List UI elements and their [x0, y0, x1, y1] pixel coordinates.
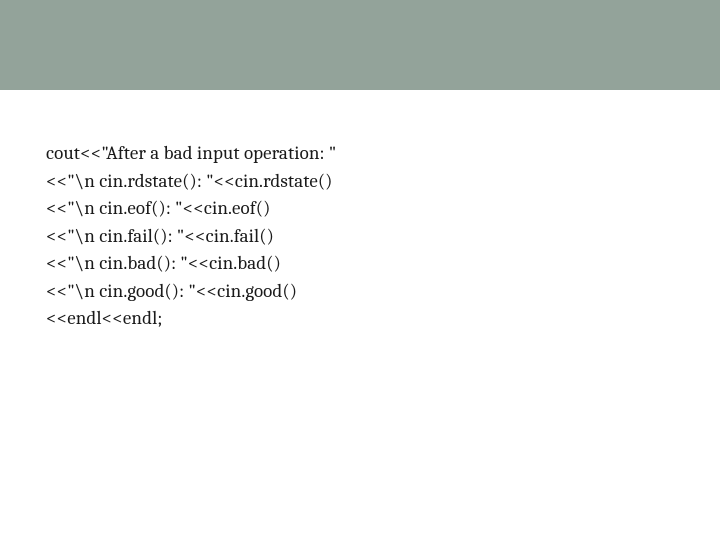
slide-body: cout<<"After a bad input operation: " <<…	[0, 90, 720, 333]
slide-header-bar	[0, 0, 720, 90]
code-line: <<"\n cin.fail(): "<<cin.fail()	[46, 223, 720, 251]
code-line: <<"\n cin.bad(): "<<cin.bad()	[46, 250, 720, 278]
code-line: <<"\n cin.good(): "<<cin.good()	[46, 278, 720, 306]
code-line: cout<<"After a bad input operation: "	[46, 140, 720, 168]
code-line: <<"\n cin.rdstate(): "<<cin.rdstate()	[46, 168, 720, 196]
code-line: <<"\n cin.eof(): "<<cin.eof()	[46, 195, 720, 223]
code-line: <<endl<<endl;	[46, 305, 720, 333]
